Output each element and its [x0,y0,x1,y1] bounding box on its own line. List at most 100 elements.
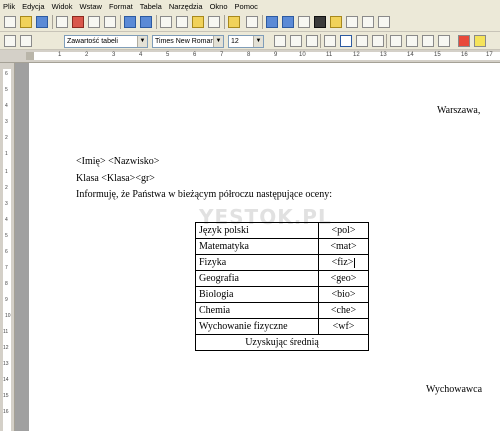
subject-cell[interactable]: Geografia [195,270,319,287]
grade-cell[interactable]: <che> [318,302,369,319]
hyperlink-icon[interactable] [266,16,278,28]
grade-cell[interactable]: <geo> [318,270,369,287]
chevron-down-icon[interactable]: ▼ [213,36,223,47]
ruler-number: 13 [3,361,9,367]
italic-icon[interactable] [290,35,302,47]
styles-icon[interactable] [4,35,16,47]
ruler-number: 7 [5,265,8,271]
subject-cell[interactable]: Fizyka [195,254,319,271]
cut-icon[interactable] [160,16,172,28]
grade-cell-active[interactable]: <fiz> [318,254,369,271]
paragraph-style-select[interactable]: Zawartość tabeli ▼ [64,35,148,48]
bold-icon[interactable] [274,35,286,47]
copy-icon[interactable] [176,16,188,28]
ruler-number: 13 [380,52,387,58]
menu-tabela[interactable]: Tabela [140,2,162,11]
justify-icon[interactable] [372,35,384,47]
style-catalog-icon[interactable] [20,35,32,47]
subject-cell[interactable]: Język polski [195,222,319,239]
pdf-export-icon[interactable] [72,16,84,28]
redo-icon[interactable] [246,16,258,28]
ruler-number: 4 [5,217,8,223]
menu-widok[interactable]: Widok [52,2,73,11]
numbering-icon[interactable] [390,35,402,47]
ruler-number: 17 [486,52,493,58]
ruler-number: 1 [5,169,8,175]
decrease-indent-icon[interactable] [422,35,434,47]
ruler-number: 5 [166,52,170,58]
font-color-icon[interactable] [458,35,470,47]
draw-functions-icon[interactable] [298,16,310,28]
grade-cell[interactable]: <wf> [318,318,369,335]
table-icon[interactable] [282,16,294,28]
grade-cell[interactable]: <bio> [318,286,369,303]
paste-icon[interactable] [192,16,204,28]
table-row: Chemia <che> [195,302,369,319]
print-icon[interactable] [88,16,100,28]
autospell-icon[interactable] [140,16,152,28]
formatting-marks-icon[interactable] [362,16,374,28]
subject-cell[interactable]: Biologia [195,286,319,303]
undo-icon[interactable] [228,16,240,28]
subject-cell[interactable]: Chemia [195,302,319,319]
align-center-icon[interactable] [340,35,352,47]
page-preview-icon[interactable] [104,16,116,28]
open-folder-icon[interactable] [20,16,32,28]
city-date[interactable]: Warszawa, [437,105,480,116]
menu-edycja[interactable]: Edycja [22,2,45,11]
chevron-down-icon[interactable]: ▼ [137,36,147,47]
navigator-icon[interactable] [314,16,326,28]
student-class[interactable]: Klasa <Klasa><gr> [76,173,155,184]
ruler-number: 9 [274,52,278,58]
ruler-number: 12 [3,345,9,351]
chevron-down-icon[interactable]: ▼ [253,36,263,47]
align-right-icon[interactable] [356,35,368,47]
increase-indent-icon[interactable] [438,35,450,47]
menu-format[interactable]: Format [109,2,133,11]
menu-wstaw[interactable]: Wstaw [79,2,102,11]
ruler-number: 14 [3,377,9,383]
vertical-ruler[interactable]: 6 5 4 3 2 1 1 2 3 4 5 6 7 8 9 10 11 12 1… [0,63,15,431]
subject-cell[interactable]: Matematyka [195,238,319,255]
menu-pomoc[interactable]: Pomoc [235,2,258,11]
gallery-icon[interactable] [330,16,342,28]
datasource-icon[interactable] [346,16,358,28]
toolbar-separator [386,34,387,48]
ruler-number: 1 [58,52,62,58]
menu-plik[interactable]: Plik [3,2,15,11]
document-page[interactable]: Warszawa, <Imię> <Nazwisko> Klasa <Klasa… [29,63,500,431]
font-size-select[interactable]: 12 ▼ [228,35,264,48]
horizontal-ruler[interactable]: 1 2 3 4 5 6 7 8 9 10 11 12 13 14 15 16 1… [0,50,500,63]
signature-label[interactable]: Wychowawca [426,384,482,395]
save-icon[interactable] [36,16,48,28]
menu-narzedzia[interactable]: Narzędzia [169,2,203,11]
grades-table[interactable]: Język polski <pol> Matematyka <mat> Fizy… [195,222,369,351]
table-row: Matematyka <mat> [195,238,369,255]
student-name[interactable]: <Imię> <Nazwisko> [76,156,159,167]
zoom-icon[interactable] [378,16,390,28]
grade-cell[interactable]: <pol> [318,222,369,239]
bullets-icon[interactable] [406,35,418,47]
intro-text[interactable]: Informuję, że Państwa w bieżącym półrocz… [76,189,332,200]
highlight-icon[interactable] [474,35,486,47]
align-left-icon[interactable] [324,35,336,47]
toolbar-separator [262,15,263,29]
clone-formatting-icon[interactable] [208,16,220,28]
ruler-number: 3 [5,119,8,125]
font-name-select[interactable]: Times New Roman ▼ [152,35,224,48]
menu-okno[interactable]: Okno [210,2,228,11]
spellcheck-icon[interactable] [124,16,136,28]
ruler-left-margin [26,52,34,60]
menu-bar: Plik Edycja Widok Wstaw Format Tabela Na… [0,0,500,12]
grade-cell[interactable]: <mat> [318,238,369,255]
formatting-toolbar: Zawartość tabeli ▼ Times New Roman ▼ 12 … [0,32,500,50]
new-document-icon[interactable] [4,16,16,28]
edit-icon[interactable] [56,16,68,28]
document-area: Warszawa, <Imię> <Nazwisko> Klasa <Klasa… [15,63,500,431]
subject-cell[interactable]: Wychowanie fizyczne [195,318,319,335]
ruler-number: 15 [434,52,441,58]
table-row: Fizyka <fiz> [195,254,369,271]
underline-icon[interactable] [306,35,318,47]
average-cell[interactable]: Uzyskując średnią [195,334,369,351]
table-row: Uzyskując średnią [195,334,369,351]
